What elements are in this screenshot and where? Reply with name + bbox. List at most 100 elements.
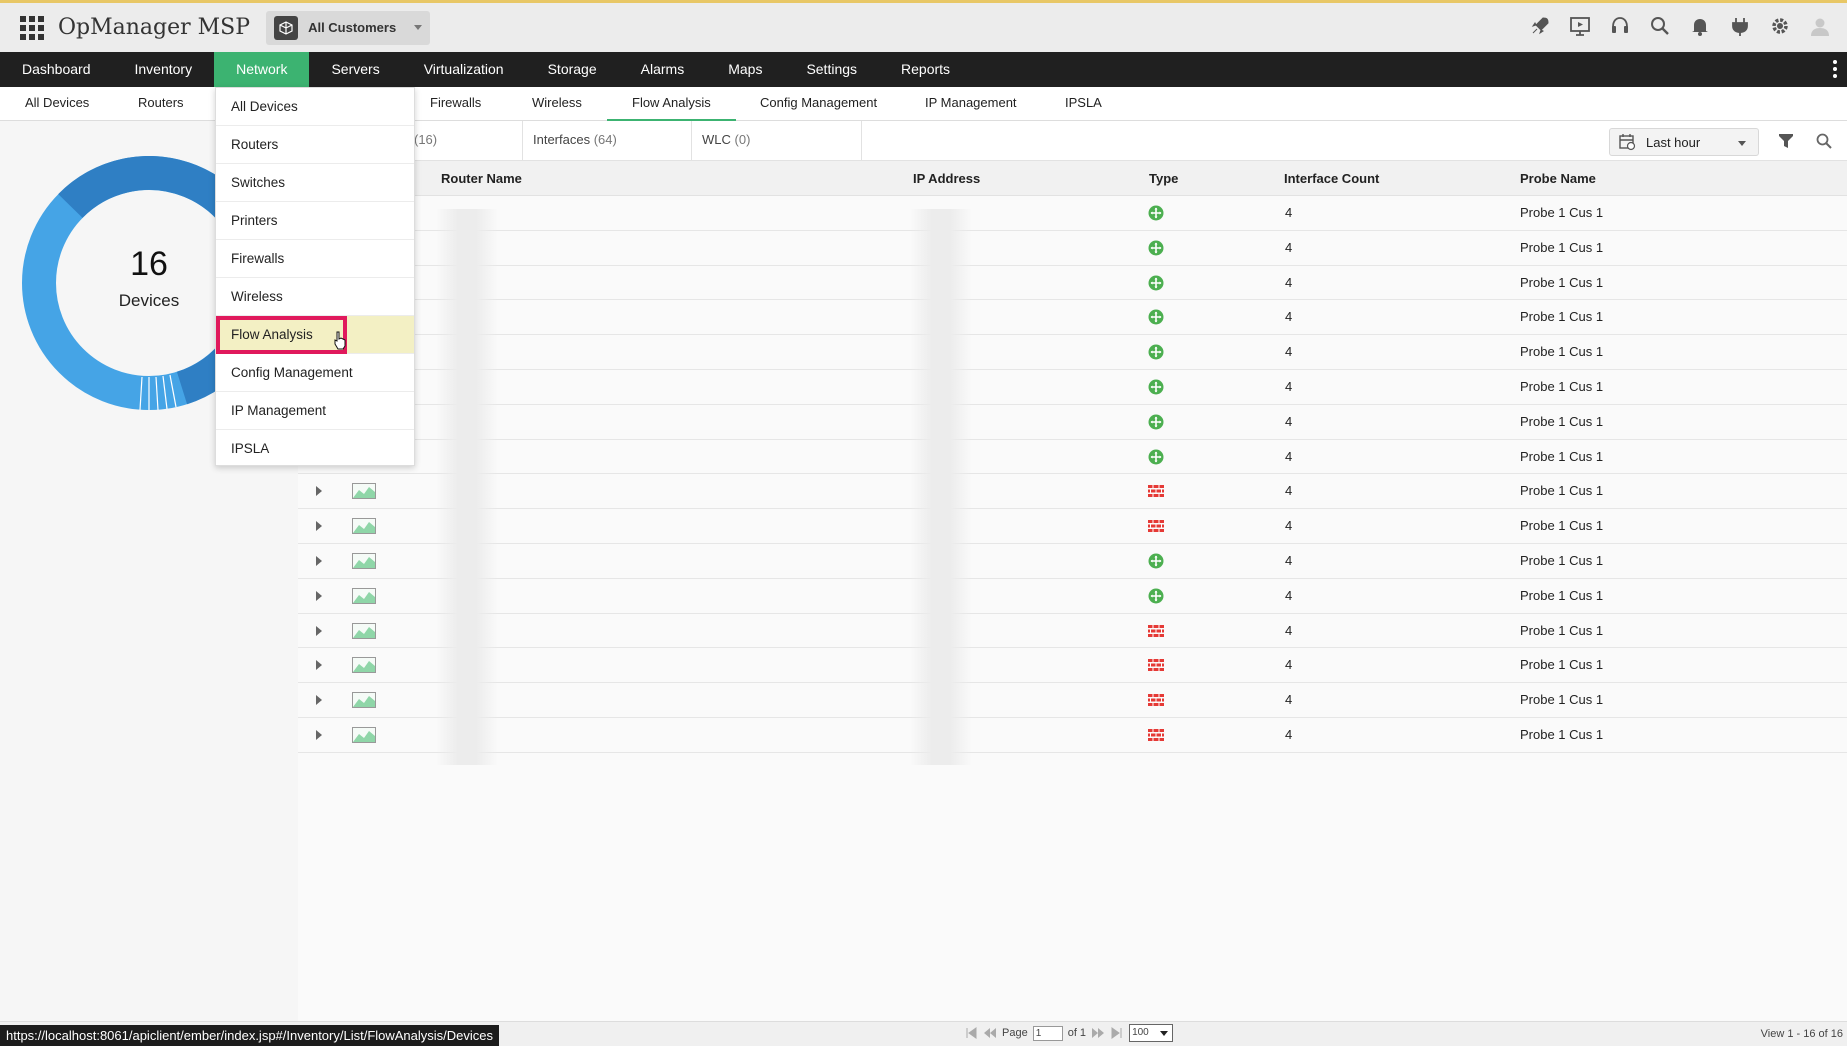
expand-row-icon[interactable] [316,625,322,636]
status-bar-url: https://localhost:8061/apiclient/ember/i… [0,1025,500,1046]
table-row[interactable]: 4 Probe 1 Cus 1 [298,578,1847,614]
interface-count-cell: 4 [1285,622,1293,638]
device-table-body: 4 Probe 1 Cus 1 4 Probe 1 Cus 1 4 Probe 1 Cus… [298,196,1847,753]
table-search-icon[interactable] [1815,132,1833,150]
table-row[interactable]: 4 Probe 1 Cus 1 [298,439,1847,475]
nav-settings[interactable]: Settings [784,52,879,87]
menu-item-routers[interactable]: Routers [216,126,414,164]
graph-icon[interactable] [352,692,376,709]
subnav-ipsla[interactable]: IPSLA [1065,87,1102,119]
presentation-icon[interactable] [1567,13,1593,39]
interface-count-cell: 4 [1285,413,1293,429]
menu-item-all-devices[interactable]: All Devices [216,88,414,126]
nav-storage[interactable]: Storage [526,52,619,87]
per-page-select[interactable]: 100 [1129,1024,1174,1042]
graph-icon[interactable] [352,726,376,743]
expand-row-icon[interactable] [316,555,322,566]
nav-reports[interactable]: Reports [879,52,972,87]
table-row[interactable]: 4 Probe 1 Cus 1 [298,648,1847,684]
nav-servers[interactable]: Servers [309,52,401,87]
nav-inventory[interactable]: Inventory [113,52,215,87]
table-row[interactable]: 4 Probe 1 Cus 1 [298,335,1847,370]
table-row[interactable]: 4 Probe 1 Cus 1 [298,369,1847,405]
table-row[interactable]: 4 Probe 1 Cus 1 [298,404,1847,440]
expand-row-icon[interactable] [316,590,322,601]
more-menu-icon[interactable] [1833,60,1837,78]
avatar-icon[interactable] [1807,13,1833,39]
menu-item-switches[interactable]: Switches [216,164,414,202]
subnav-routers[interactable]: Routers [138,87,184,119]
table-row[interactable]: 4 Probe 1 Cus 1 [298,509,1847,544]
main-nav: Dashboard Inventory Network Servers Virt… [0,52,1847,87]
last-page-icon[interactable] [1110,1026,1124,1040]
table-row[interactable]: 4 Probe 1 Cus 1 [298,543,1847,579]
table-row[interactable]: 4 Probe 1 Cus 1 [298,717,1847,753]
nav-network[interactable]: Network [214,52,310,87]
graph-icon[interactable] [352,622,376,639]
table-row[interactable]: 4 Probe 1 Cus 1 [298,230,1847,266]
page-input[interactable]: 1 [1032,1025,1063,1041]
nav-alarms[interactable]: Alarms [619,52,707,87]
graph-icon[interactable] [352,518,376,535]
subnav-ip-management[interactable]: IP Management [925,87,1017,119]
interface-count-cell: 4 [1285,205,1293,220]
expand-row-icon[interactable] [316,729,322,740]
menu-item-firewalls[interactable]: Firewalls [216,240,414,278]
menu-item-wireless[interactable]: Wireless [216,278,414,316]
nav-maps[interactable]: Maps [706,52,784,87]
prev-page-icon[interactable] [983,1026,997,1040]
interface-count-cell: 4 [1285,657,1293,673]
graph-icon[interactable] [352,657,376,674]
table-row[interactable]: 4 Probe 1 Cus 1 [298,683,1847,718]
customer-select[interactable]: All Customers [266,10,431,45]
subnav-firewalls[interactable]: Firewalls [430,87,481,119]
apps-grid-icon[interactable] [18,14,46,42]
col-router-name[interactable]: Router Name [441,161,522,196]
time-range-select[interactable]: Last hour [1609,128,1759,156]
tab-interfaces[interactable]: Interfaces (64) [523,121,692,161]
table-row[interactable]: 4 Probe 1 Cus 1 [298,613,1847,649]
table-row[interactable]: 4 Probe 1 Cus 1 [298,196,1847,231]
menu-item-config-management[interactable]: Config Management [216,354,414,392]
table-row[interactable]: 4 Probe 1 Cus 1 [298,474,1847,510]
headset-icon[interactable] [1607,13,1633,39]
subnav-wireless[interactable]: Wireless [532,87,582,119]
col-type[interactable]: Type [1149,161,1178,196]
bell-icon[interactable] [1687,13,1713,39]
gear-icon[interactable] [1767,13,1793,39]
subnav-flow-analysis[interactable]: Flow Analysis [607,87,736,122]
expand-row-icon[interactable] [316,660,322,671]
col-probe-name[interactable]: Probe Name [1520,161,1596,196]
table-row[interactable]: 4 Probe 1 Cus 1 [298,300,1847,336]
menu-item-flow-analysis[interactable]: Flow Analysis [216,316,414,354]
expand-row-icon[interactable] [316,486,322,497]
menu-item-printers[interactable]: Printers [216,202,414,240]
router-icon [1148,275,1164,291]
expand-row-icon[interactable] [316,521,322,532]
col-interface-count[interactable]: Interface Count [1284,161,1379,196]
tab-wlc[interactable]: WLC (0) [692,121,862,161]
plug-icon[interactable] [1727,13,1753,39]
nav-virtualization[interactable]: Virtualization [402,52,526,87]
col-ip-address[interactable]: IP Address [913,161,980,196]
nav-dashboard[interactable]: Dashboard [0,52,113,87]
interface-count-cell: 4 [1285,448,1293,464]
filter-icon[interactable] [1777,132,1795,150]
table-header: Router Name IP Address Type Interface Co… [298,161,1847,196]
table-row[interactable]: 4 Probe 1 Cus 1 [298,265,1847,301]
subnav-all-devices[interactable]: All Devices [25,87,89,119]
menu-item-ipsla[interactable]: IPSLA [216,430,414,468]
subnav-config-management[interactable]: Config Management [760,87,877,119]
router-icon [1148,414,1164,430]
customer-select-value: All Customers [308,20,397,35]
graph-icon[interactable] [352,483,376,500]
graph-icon[interactable] [352,552,376,569]
router-icon [1148,205,1164,221]
rocket-icon[interactable] [1527,13,1553,39]
first-page-icon[interactable] [964,1026,978,1040]
graph-icon[interactable] [352,587,376,604]
next-page-icon[interactable] [1091,1026,1105,1040]
menu-item-ip-management[interactable]: IP Management [216,392,414,430]
expand-row-icon[interactable] [316,695,322,706]
search-icon[interactable] [1647,13,1673,39]
